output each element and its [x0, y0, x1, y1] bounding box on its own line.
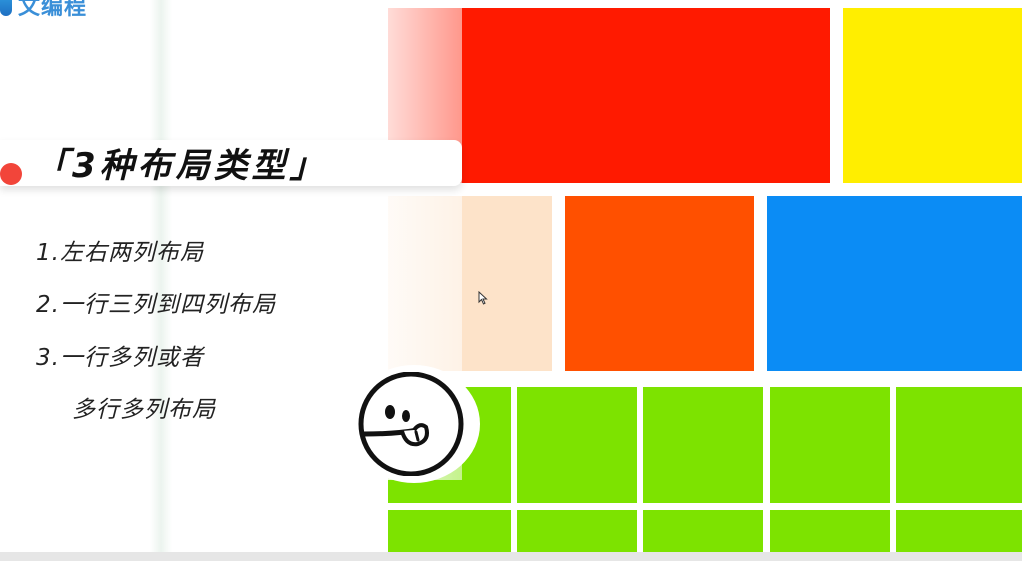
list-item-continuation: 多行多列布局 — [72, 397, 216, 423]
layout-block-orange — [565, 196, 754, 371]
layout-block-yellow — [843, 8, 1022, 183]
list-item: 1.左右两列布局 — [36, 240, 204, 266]
mouse-pointer-icon — [478, 290, 488, 309]
layout-block-green — [896, 387, 1022, 503]
red-dot-icon — [0, 163, 22, 185]
layout-block-blue — [767, 196, 1022, 371]
logo-text: 文编程 — [18, 0, 88, 20]
layout-block-green — [517, 387, 637, 503]
bottom-bar — [0, 552, 1022, 561]
layout-block-green — [643, 387, 763, 503]
layout-block-green — [770, 387, 890, 503]
logo-mark-icon — [0, 0, 12, 16]
brand-logo: 文编程 — [0, 0, 88, 20]
list-item: 3.一行多列或者 — [36, 345, 204, 371]
page-title: 「3种布局类型」 — [34, 146, 328, 186]
list-item: 2.一行三列到四列布局 — [36, 292, 276, 318]
smiley-face-icon — [356, 371, 472, 480]
panel-divider — [150, 0, 172, 561]
